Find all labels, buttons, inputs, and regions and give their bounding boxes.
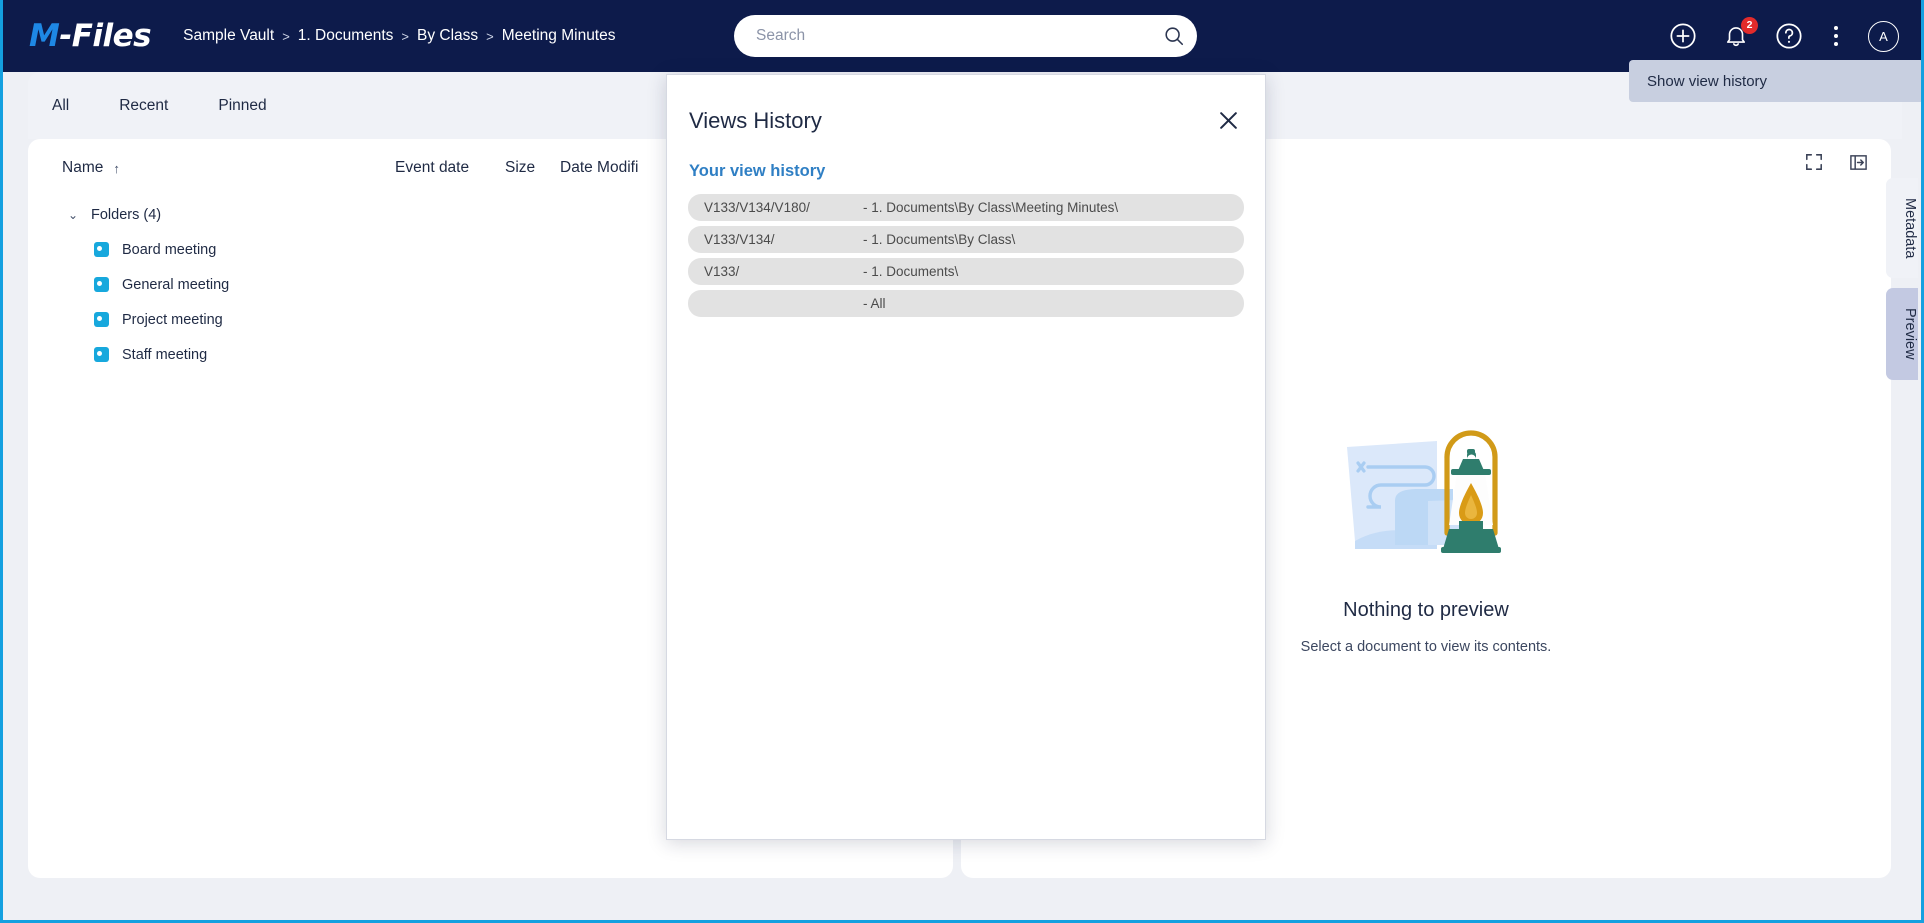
more-vertical-icon-dot — [1834, 26, 1838, 30]
view-history-path: - 1. Documents\By Class\Meeting Minutes\ — [863, 200, 1119, 215]
list-item-label: Board meeting — [122, 241, 217, 258]
column-header-name[interactable]: Name ↑ — [62, 159, 395, 177]
list-item-label: Staff meeting — [122, 346, 208, 363]
breadcrumb-item-meeting-minutes[interactable]: Meeting Minutes — [502, 27, 616, 45]
show-view-history-menu-item[interactable]: Show view history — [1629, 60, 1921, 102]
view-history-row[interactable]: V133/V134/V180/ - 1. Documents\By Class\… — [688, 194, 1244, 221]
search-icon — [1165, 27, 1184, 46]
class-tag-icon — [94, 277, 109, 292]
list-item-label: General meeting — [122, 276, 230, 293]
more-vertical-icon-dot — [1834, 34, 1838, 38]
view-history-key: V133/V134/V180/ — [704, 200, 810, 215]
logo-m: M — [29, 18, 60, 54]
dialog-section-title: Your view history — [689, 162, 826, 180]
side-tab-metadata[interactable]: Metadata — [1886, 178, 1918, 279]
side-panel-tabs: Metadata Preview — [1886, 178, 1918, 381]
breadcrumb-separator: > — [486, 28, 494, 44]
view-history-row[interactable]: V133/V134/ - 1. Documents\By Class\ — [688, 226, 1244, 253]
avatar[interactable]: A — [1868, 20, 1899, 52]
breadcrumb-item-documents[interactable]: 1. Documents — [298, 27, 394, 45]
column-header-size[interactable]: Size — [505, 159, 560, 177]
tab-recent[interactable]: Recent — [117, 93, 170, 119]
chevron-down-icon: ⌄ — [68, 207, 79, 222]
search-button[interactable] — [1151, 15, 1197, 57]
notifications-button[interactable]: 2 — [1720, 16, 1758, 52]
side-tab-preview[interactable]: Preview — [1886, 288, 1918, 381]
preview-empty-title: Nothing to preview — [1343, 599, 1509, 621]
preview-toolbar — [1803, 151, 1869, 173]
list-item-label: Project meeting — [122, 311, 223, 328]
breadcrumb-item-vault[interactable]: Sample Vault — [183, 27, 274, 45]
preview-empty-subtitle: Select a document to view its contents. — [1300, 639, 1552, 655]
breadcrumb-separator: > — [401, 28, 410, 44]
create-button[interactable] — [1667, 21, 1698, 52]
view-history-key: V133/V134/ — [704, 232, 775, 247]
column-header-name-label: Name — [62, 159, 104, 176]
notification-badge: 2 — [1741, 16, 1758, 34]
lantern-and-document-illustration — [1347, 430, 1501, 553]
logo-files: -Files — [59, 18, 152, 54]
close-icon — [1219, 111, 1237, 129]
class-tag-icon — [94, 312, 109, 327]
fullscreen-button[interactable] — [1803, 151, 1825, 173]
search-input[interactable] — [756, 15, 1151, 57]
tab-all[interactable]: All — [50, 93, 71, 119]
list-group-label: Folders (4) — [91, 206, 162, 223]
dialog-title: Views History — [689, 108, 822, 133]
dialog-close-button[interactable] — [1213, 105, 1243, 135]
views-history-dialog: Views History Your view history V133/V13… — [666, 74, 1266, 840]
view-history-list: V133/V134/V180/ - 1. Documents\By Class\… — [688, 194, 1244, 317]
view-history-path: - 1. Documents\ — [863, 264, 959, 279]
show-view-history-label: Show view history — [1647, 72, 1768, 90]
more-vertical-icon-dot — [1834, 42, 1838, 46]
collapse-panel-icon — [1849, 154, 1867, 170]
breadcrumb: Sample Vault > 1. Documents > By Class >… — [183, 27, 615, 45]
breadcrumb-separator: > — [282, 28, 290, 44]
view-history-row[interactable]: - All — [688, 290, 1244, 317]
help-button[interactable] — [1773, 21, 1804, 52]
mfiles-logo[interactable]: M-Files — [29, 18, 152, 54]
collapse-panel-button[interactable] — [1847, 151, 1869, 173]
column-header-event-date[interactable]: Event date — [395, 159, 505, 177]
app-window: M-Files Sample Vault > 1. Documents > By… — [0, 0, 1924, 923]
class-tag-icon — [94, 242, 109, 257]
fullscreen-icon — [1806, 154, 1822, 170]
question-circle-icon — [1775, 23, 1802, 49]
more-options-button[interactable] — [1826, 21, 1846, 52]
class-tag-icon — [94, 347, 109, 362]
breadcrumb-item-byclass[interactable]: By Class — [417, 27, 478, 45]
search-bar — [734, 15, 1197, 57]
plus-circle-icon — [1669, 23, 1696, 49]
view-history-row[interactable]: V133/ - 1. Documents\ — [688, 258, 1244, 285]
sort-ascending-icon: ↑ — [113, 160, 120, 176]
avatar-initial: A — [1879, 28, 1888, 44]
tab-pinned[interactable]: Pinned — [216, 93, 268, 119]
view-history-path: - 1. Documents\By Class\ — [863, 232, 1016, 247]
view-history-key: V133/ — [704, 264, 740, 279]
view-history-path: - All — [863, 296, 886, 311]
